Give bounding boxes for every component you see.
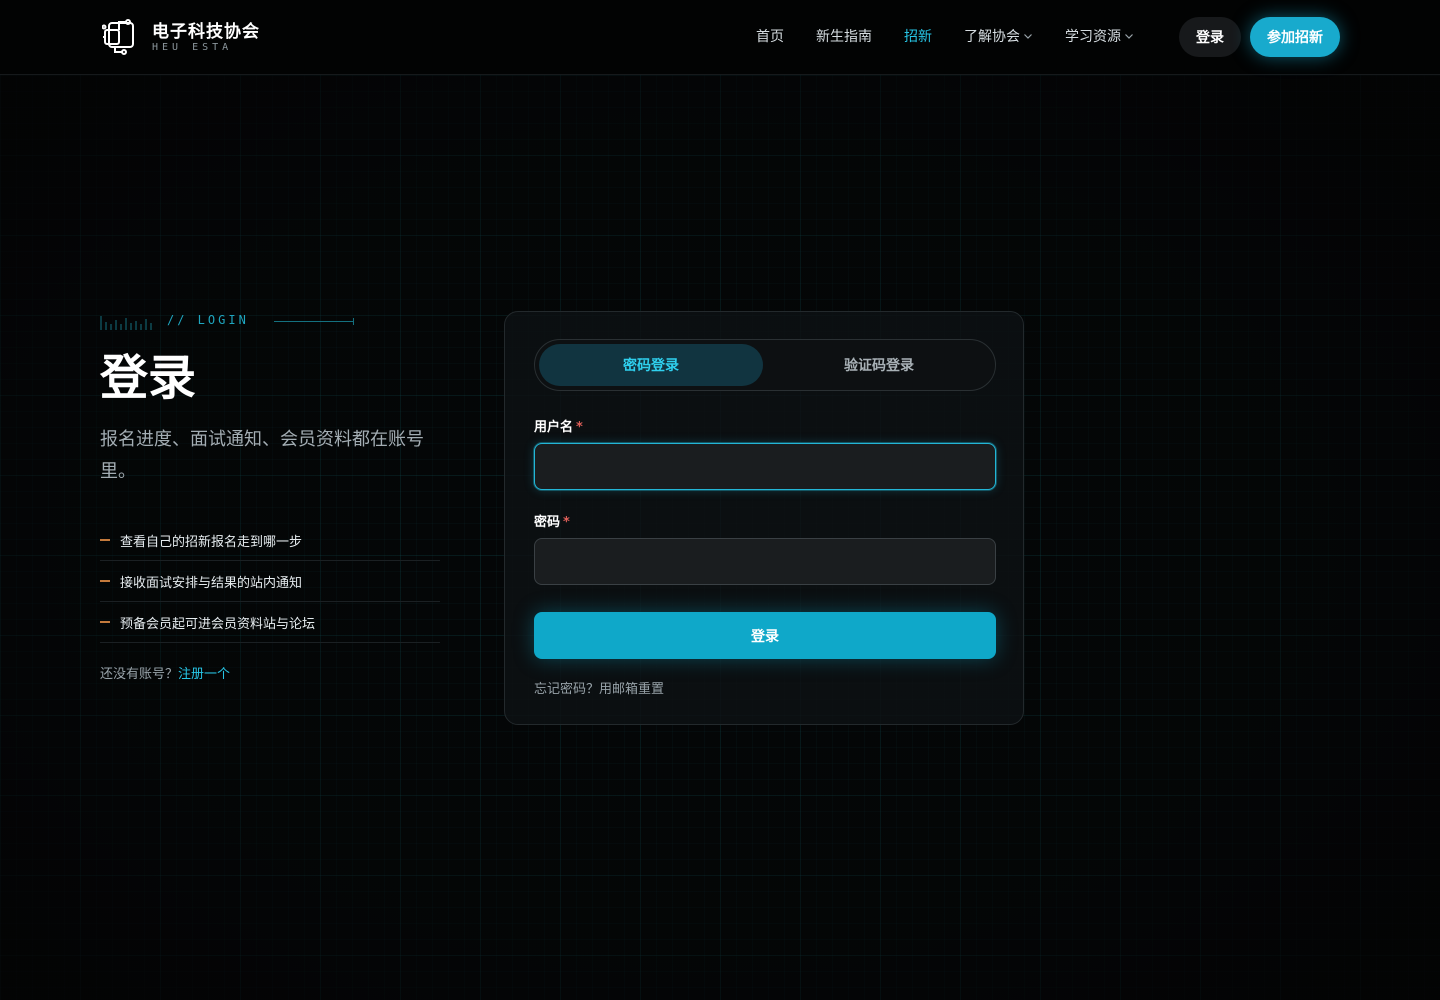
forgot-password-link[interactable]: 忘记密码？用邮箱重置	[534, 678, 664, 697]
nav-label: 新生指南	[816, 29, 872, 45]
register-prompt: 还没有账号？注册一个	[100, 663, 230, 682]
page-title: 登录	[100, 350, 197, 406]
top-navbar: 电子科技协会 HEU ESTA 首页 新生指南 招新 了解协会 学习资源 登录 …	[0, 0, 1440, 75]
join-recruitment-button[interactable]: 参加招新	[1250, 17, 1340, 57]
page-description: 报名进度、面试通知、会员资料都在账号里。	[100, 429, 424, 482]
feature-text: 预备会员起可进会员资料站与论坛	[120, 616, 316, 632]
nav-label: 招新	[904, 29, 932, 45]
password-input[interactable]	[534, 538, 996, 585]
nav-item-freshman-guide[interactable]: 新生指南	[816, 26, 872, 46]
nav-item-resources[interactable]: 学习资源	[1065, 26, 1134, 46]
required-mark: *	[576, 420, 583, 435]
chevron-down-icon	[1125, 34, 1133, 39]
password-label-text: 密码	[534, 515, 561, 530]
tab-password-login[interactable]: 密码登录	[539, 344, 763, 386]
register-link[interactable]: 注册一个	[178, 667, 230, 682]
nav-item-home[interactable]: 首页	[756, 26, 784, 46]
nav-label: 首页	[756, 29, 784, 45]
required-mark: *	[563, 515, 570, 530]
username-label-text: 用户名	[534, 420, 574, 435]
feature-text: 查看自己的招新报名走到哪一步	[120, 534, 303, 550]
dash-marker-icon	[100, 580, 110, 582]
chevron-down-icon	[1024, 34, 1032, 39]
feature-text: 接收面试安排与结果的站内通知	[120, 575, 303, 591]
password-label: 密码 *	[534, 511, 570, 530]
login-card: 密码登录 验证码登录 用户名 * 密码 * 登录 忘记密码？用邮箱重置	[504, 311, 1024, 725]
username-input[interactable]	[534, 443, 996, 490]
list-item: 接收面试安排与结果的站内通知	[100, 561, 440, 602]
main-nav: 首页 新生指南 招新 了解协会 学习资源	[756, 26, 1166, 46]
dash-marker-icon	[100, 621, 110, 623]
section-eyebrow: // LOGIN	[100, 312, 400, 330]
register-prompt-text: 还没有账号？	[100, 667, 179, 682]
username-label: 用户名 *	[534, 416, 583, 435]
site-logo[interactable]: 电子科技协会 HEU ESTA	[102, 17, 260, 57]
nav-item-about[interactable]: 了解协会	[964, 26, 1033, 46]
dash-marker-icon	[100, 539, 110, 541]
nav-label: 学习资源	[1065, 29, 1121, 45]
nav-label: 了解协会	[964, 29, 1020, 45]
eyebrow-label: // LOGIN	[167, 313, 249, 327]
nav-item-recruitment[interactable]: 招新	[904, 26, 932, 46]
login-submit-button[interactable]: 登录	[534, 612, 996, 659]
list-item: 预备会员起可进会员资料站与论坛	[100, 602, 440, 643]
login-method-tabs: 密码登录 验证码登录	[534, 339, 996, 391]
logo-title: 电子科技协会	[152, 21, 260, 42]
circuit-logo-icon	[102, 19, 134, 55]
header-login-button[interactable]: 登录	[1179, 17, 1241, 57]
list-item: 查看自己的招新报名走到哪一步	[100, 520, 440, 561]
tab-code-login[interactable]: 验证码登录	[767, 344, 991, 386]
ruler-ticks-decoration	[100, 316, 152, 330]
feature-list: 查看自己的招新报名走到哪一步 接收面试安排与结果的站内通知 预备会员起可进会员资…	[100, 520, 440, 643]
logo-subtitle: HEU ESTA	[152, 41, 233, 53]
eyebrow-line-decoration	[274, 318, 354, 325]
